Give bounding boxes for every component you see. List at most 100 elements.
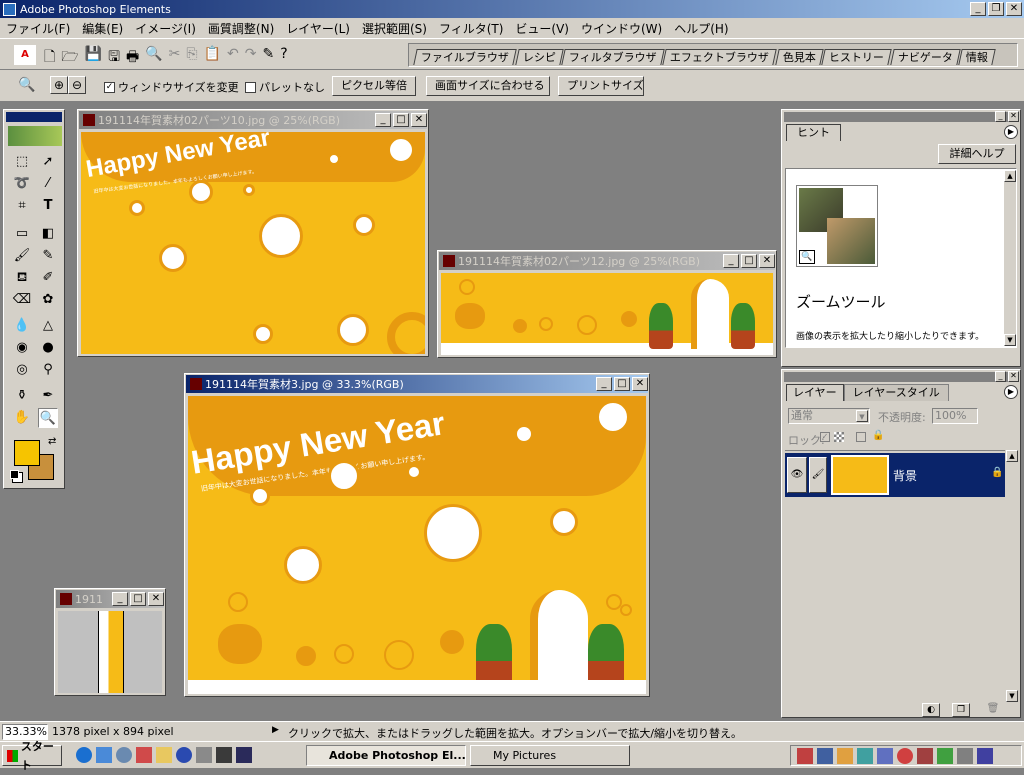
- doc4-title-bar[interactable]: 1911 _ □ ✕: [56, 590, 164, 608]
- checkbox-checked-icon[interactable]: ✓: [104, 81, 115, 93]
- help-icon[interactable]: ?: [280, 46, 287, 70]
- redo-icon[interactable]: ↷: [245, 46, 257, 70]
- document-window-4[interactable]: 1911 _ □ ✕: [54, 588, 166, 696]
- print-size-button[interactable]: プリントサイズ: [558, 76, 644, 96]
- tray-pen-icon[interactable]: [797, 747, 813, 764]
- resize-window-checkbox[interactable]: ✓ ウィンドウサイズを変更: [104, 79, 239, 95]
- minimize-icon[interactable]: _: [995, 111, 1006, 122]
- close-icon[interactable]: ✕: [148, 592, 164, 606]
- maximize-icon[interactable]: □: [130, 592, 146, 606]
- tab-layers[interactable]: レイヤー: [786, 384, 844, 401]
- close-icon[interactable]: ✕: [1008, 371, 1019, 382]
- red-eye-icon[interactable]: ◎: [12, 360, 32, 380]
- gradient-icon[interactable]: ◧: [38, 224, 58, 244]
- shape-icon[interactable]: ▭: [12, 224, 32, 244]
- start-button[interactable]: スタート: [2, 740, 62, 772]
- smudge-icon[interactable]: ✿: [38, 290, 58, 310]
- lasso-icon[interactable]: ➰: [12, 174, 32, 194]
- close-icon[interactable]: ✕: [632, 377, 648, 391]
- menu-enhance[interactable]: 画質調整(N): [202, 20, 280, 37]
- close-icon[interactable]: ✕: [1008, 111, 1019, 122]
- doc3-title-bar[interactable]: 191114年賀素材3.jpg @ 33.3%(RGB) _ □ ✕: [186, 375, 648, 393]
- doc3-canvas[interactable]: Happy New Year 旧年中は大変お世話になりました。本年もよろしくお願…: [188, 396, 646, 694]
- tab-recipes[interactable]: レシピ: [514, 49, 564, 65]
- type-icon[interactable]: T: [38, 196, 58, 216]
- tray-security-icon[interactable]: [917, 747, 933, 764]
- chevron-down-icon[interactable]: ▼: [856, 410, 868, 422]
- zoom-in-icon[interactable]: ⊕: [50, 76, 68, 94]
- cut-icon[interactable]: ✂: [169, 46, 181, 70]
- tab-hints[interactable]: ヒント: [786, 124, 841, 141]
- maximize-icon[interactable]: □: [741, 254, 757, 268]
- paint-icon[interactable]: [136, 747, 152, 763]
- swap-colors-icon[interactable]: ⇄: [48, 436, 56, 447]
- checkbox-unchecked-icon[interactable]: [245, 81, 256, 93]
- task-my-pictures[interactable]: My Pictures: [470, 745, 630, 766]
- eraser-icon[interactable]: ⌫: [12, 290, 32, 310]
- save-web-icon[interactable]: 🖫: [108, 46, 120, 70]
- close-icon[interactable]: ✕: [1006, 2, 1022, 16]
- status-menu-arrow-icon[interactable]: ▶: [272, 725, 279, 735]
- close-icon[interactable]: ✕: [411, 113, 427, 127]
- ie-icon[interactable]: [76, 747, 92, 763]
- scroll-up-icon[interactable]: ▲: [1006, 450, 1018, 462]
- tray-chart-icon[interactable]: [857, 747, 873, 764]
- minimize-icon[interactable]: _: [723, 254, 739, 268]
- zoom-out-icon[interactable]: ⊖: [68, 76, 86, 94]
- minimize-icon[interactable]: _: [112, 592, 128, 606]
- tab-navigator[interactable]: ナビゲータ: [890, 49, 961, 65]
- minimize-icon[interactable]: _: [596, 377, 612, 391]
- save-icon[interactable]: 💾: [85, 46, 102, 70]
- dodge-icon[interactable]: ●: [38, 338, 58, 358]
- document-window-1[interactable]: 191114年賀素材02パーツ10.jpg @ 25%(RGB) _ □ ✕ H…: [77, 109, 429, 357]
- task-photoshop[interactable]: Adobe Photoshop El...: [306, 745, 466, 766]
- menu-window[interactable]: ウインドウ(W): [575, 20, 668, 37]
- tab-effect-browser[interactable]: エフェクトブラウザ: [662, 49, 777, 65]
- eye-icon[interactable]: 👁: [787, 457, 807, 493]
- eyedropper2-icon[interactable]: ✒: [38, 386, 58, 406]
- layers-scrollbar[interactable]: ▲ ▼: [1006, 450, 1018, 702]
- tray-update-icon[interactable]: [937, 747, 953, 764]
- doc1-canvas[interactable]: Happy New Year 旧年中は大変お世話になりました。本年もよろしくお願…: [81, 132, 425, 354]
- scroll-down-icon[interactable]: ▼: [1006, 690, 1018, 702]
- open-file-icon[interactable]: 🗁: [61, 46, 78, 70]
- doc2-canvas[interactable]: [441, 273, 773, 355]
- scroll-up-icon[interactable]: ▲: [1004, 170, 1016, 182]
- doc2-title-bar[interactable]: 191114年賀素材02パーツ12.jpg @ 25%(RGB) _ □ ✕: [439, 252, 775, 270]
- maximize-icon[interactable]: □: [393, 113, 409, 127]
- terminal-icon[interactable]: [236, 747, 252, 763]
- tool-icon[interactable]: [196, 747, 212, 763]
- outlook-icon[interactable]: [96, 747, 112, 763]
- menu-view[interactable]: ビュー(V): [509, 20, 575, 37]
- sponge-icon[interactable]: ◉: [12, 338, 32, 358]
- tab-file-browser[interactable]: ファイルブラウザ: [413, 49, 517, 65]
- maximize-icon[interactable]: □: [614, 377, 630, 391]
- print-preview-icon[interactable]: 🔍: [145, 46, 162, 70]
- document-window-3[interactable]: 191114年賀素材3.jpg @ 33.3%(RGB) _ □ ✕ Happy…: [184, 373, 650, 697]
- new-file-icon[interactable]: 🗋: [44, 46, 55, 70]
- minimize-icon[interactable]: _: [970, 2, 986, 16]
- undo-icon[interactable]: ↶: [227, 46, 239, 70]
- step-icon[interactable]: ✎: [263, 46, 275, 70]
- brush-icon[interactable]: 🖌: [12, 246, 32, 266]
- tab-filter-browser[interactable]: フィルタブラウザ: [561, 49, 665, 65]
- lock-transparency-checkbox[interactable]: ✓: [820, 432, 830, 442]
- minimize-icon[interactable]: _: [995, 371, 1006, 382]
- eyedropper-icon[interactable]: ⚱: [12, 386, 32, 406]
- menu-layer[interactable]: レイヤー(L): [280, 20, 356, 37]
- tray-network-icon[interactable]: [877, 747, 893, 764]
- impressionist-icon[interactable]: ✐: [38, 268, 58, 288]
- actual-pixels-button[interactable]: ピクセル等倍: [332, 76, 416, 96]
- blend-mode-select[interactable]: 通常 ▼: [788, 408, 870, 424]
- hint-scrollbar[interactable]: ▲ ▼: [1004, 170, 1016, 346]
- paint-bucket-icon[interactable]: ⛾: [12, 268, 32, 288]
- paste-icon[interactable]: 📋: [204, 46, 221, 70]
- move-icon[interactable]: ➚: [38, 152, 58, 172]
- palette-menu-icon[interactable]: ▶: [1004, 385, 1018, 399]
- foreground-color-swatch[interactable]: [14, 440, 40, 466]
- tray-paint-icon[interactable]: [837, 747, 853, 764]
- crop-icon[interactable]: ⌗: [12, 196, 32, 216]
- copy-icon[interactable]: ⎘: [186, 46, 197, 70]
- zoom-icon[interactable]: 🔍: [38, 408, 58, 428]
- menu-file[interactable]: ファイル(F): [0, 20, 76, 37]
